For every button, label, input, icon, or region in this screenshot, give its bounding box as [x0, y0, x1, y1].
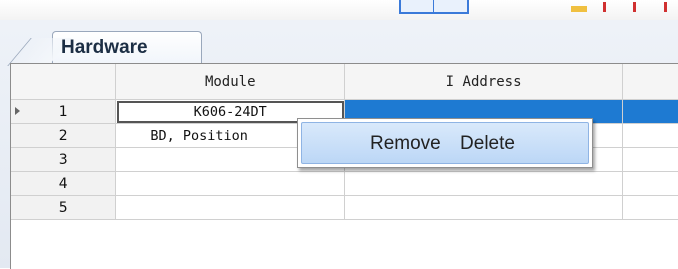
table-row[interactable]: 4	[11, 171, 678, 196]
extra-cell[interactable]	[622, 99, 678, 124]
module-cell[interactable]	[115, 195, 346, 220]
toolbar-icon[interactable]	[664, 2, 667, 12]
context-menu: Remove Delete	[297, 118, 593, 168]
header-row: Module I Address	[11, 64, 678, 100]
row-number: 1	[58, 103, 68, 120]
row-header[interactable]: 5	[11, 195, 117, 220]
column-header-i-address[interactable]: I Address	[344, 64, 624, 100]
row-header[interactable]: 1	[11, 99, 117, 124]
current-row-arrow-icon	[15, 107, 20, 115]
tab-hardware-label: Hardware	[61, 37, 148, 58]
remove-delete-menu-label: Remove Delete	[370, 133, 515, 154]
extra-cell[interactable]	[622, 195, 678, 220]
extra-cell[interactable]	[622, 171, 678, 196]
row-header[interactable]: 2	[11, 123, 117, 148]
i-address-cell[interactable]	[344, 171, 624, 196]
toolbar-button[interactable]	[399, 0, 469, 14]
column-header-module[interactable]: Module	[115, 64, 346, 100]
table-row[interactable]: 5	[11, 195, 678, 220]
row-number: 4	[58, 175, 68, 192]
extra-cell[interactable]	[622, 123, 678, 148]
row-header[interactable]: 3	[11, 147, 117, 172]
toolbar-icon[interactable]	[603, 2, 606, 12]
extra-cell[interactable]	[622, 147, 678, 172]
row-number-header[interactable]	[11, 64, 117, 100]
toolbar-strip	[0, 0, 678, 20]
toolbar-icon[interactable]	[571, 6, 587, 12]
toolbar-icon[interactable]	[633, 2, 636, 12]
row-number: 2	[58, 127, 68, 144]
row-header[interactable]: 4	[11, 171, 117, 196]
i-address-cell[interactable]	[344, 195, 624, 220]
module-cell[interactable]	[115, 171, 346, 196]
column-header-extra[interactable]	[622, 64, 678, 100]
remove-delete-menu-item[interactable]: Remove Delete	[301, 122, 589, 164]
row-number: 3	[58, 151, 68, 168]
tab-hardware[interactable]: Hardware	[52, 31, 202, 64]
row-number: 5	[58, 199, 68, 216]
